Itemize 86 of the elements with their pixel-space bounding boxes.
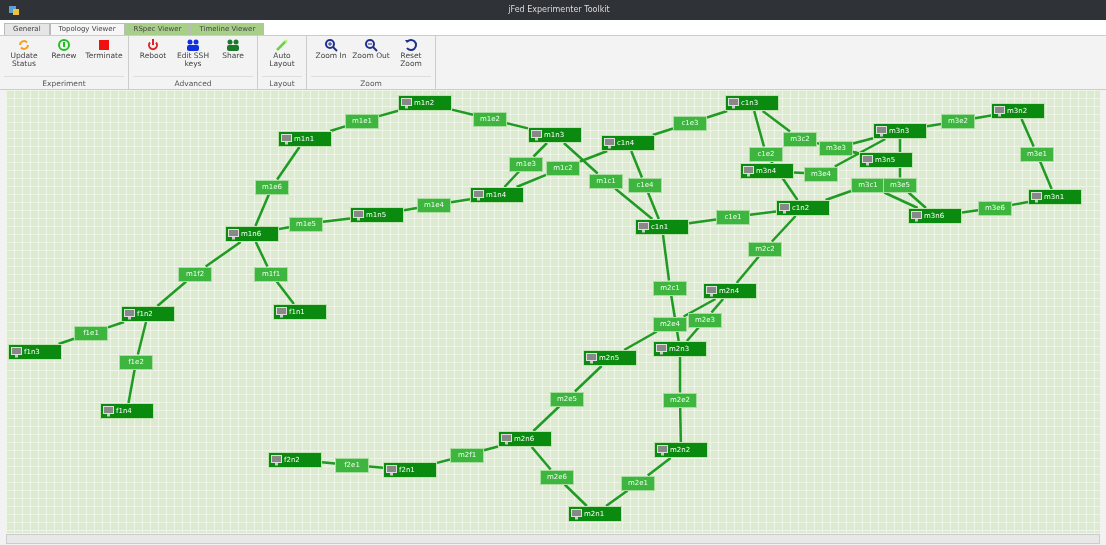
- computer-icon: [1031, 191, 1042, 203]
- link-line: [368, 465, 384, 469]
- link-line: [825, 189, 852, 202]
- computer-icon: [386, 464, 397, 476]
- reset-icon: [404, 38, 418, 52]
- computer-icon: [501, 433, 512, 445]
- users-icon: [186, 38, 200, 52]
- link-line: [378, 109, 399, 118]
- link-line: [974, 114, 992, 120]
- link-line: [1020, 118, 1035, 147]
- computer-icon: [779, 202, 790, 214]
- link-line: [735, 255, 760, 284]
- computer-icon: [271, 454, 282, 466]
- link-line: [403, 206, 418, 212]
- link-line: [532, 142, 548, 158]
- computer-icon: [911, 210, 922, 222]
- link-line: [961, 209, 979, 214]
- computer-icon: [876, 125, 887, 137]
- link-line: [688, 218, 717, 225]
- computer-icon: [743, 165, 754, 177]
- link-line: [706, 109, 728, 119]
- stop-icon: [97, 38, 111, 52]
- computer-icon: [586, 352, 597, 364]
- link-line: [254, 241, 269, 268]
- computer-icon: [862, 154, 873, 166]
- link-line: [605, 489, 629, 507]
- computer-icon: [994, 105, 1005, 117]
- link-line: [204, 240, 242, 268]
- link-line: [156, 280, 187, 307]
- link-line: [1039, 161, 1053, 190]
- link-line: [926, 122, 942, 128]
- link-line: [630, 150, 644, 178]
- link-line: [623, 330, 658, 352]
- computer-icon: [531, 129, 542, 141]
- computer-icon: [638, 221, 649, 233]
- link-line: [450, 198, 471, 204]
- computer-icon: [728, 97, 739, 109]
- link-line: [685, 326, 700, 342]
- refresh-icon: [17, 38, 31, 52]
- computer-icon: [401, 97, 412, 109]
- link-line: [661, 234, 671, 281]
- computer-icon: [228, 228, 239, 240]
- link-line: [329, 125, 346, 133]
- link-line: [127, 369, 136, 404]
- link-line: [678, 407, 683, 443]
- link-line: [58, 337, 75, 346]
- computer-icon: [276, 306, 287, 318]
- computer-icon: [281, 133, 292, 145]
- computer-icon: [604, 137, 615, 149]
- link-line: [678, 357, 682, 393]
- power-circle-icon: [57, 38, 71, 52]
- zoom-out-icon: [364, 38, 378, 52]
- computer-icon: [473, 189, 484, 201]
- link-line: [1011, 200, 1029, 207]
- link-line: [254, 194, 270, 227]
- zoom-in-icon: [324, 38, 338, 52]
- computer-icon: [657, 444, 668, 456]
- computer-icon: [353, 209, 364, 221]
- link-line: [530, 446, 552, 471]
- link-line: [652, 127, 674, 137]
- link-line: [436, 458, 451, 465]
- computer-icon: [571, 508, 582, 520]
- computer-icon: [656, 343, 667, 355]
- link-line: [275, 280, 295, 305]
- users-icon: [226, 38, 240, 52]
- link-line: [321, 461, 336, 465]
- link-line: [506, 121, 529, 130]
- computer-icon: [706, 285, 717, 297]
- horizontal-scrollbar[interactable]: [6, 534, 1100, 544]
- computer-icon: [11, 346, 22, 358]
- computer-icon: [124, 308, 135, 320]
- link-line: [278, 225, 290, 231]
- power-icon: [146, 38, 160, 52]
- link-line: [532, 405, 560, 432]
- wand-icon: [275, 38, 289, 52]
- app-logo-icon: [8, 4, 20, 16]
- link-line: [451, 108, 474, 117]
- link-line: [563, 483, 588, 507]
- link-line: [322, 217, 351, 224]
- link-line: [574, 365, 603, 393]
- link-line: [136, 321, 148, 355]
- window-title: jFed Experimenter Toolkit: [508, 5, 610, 14]
- link-line: [483, 445, 499, 452]
- link-line: [276, 146, 301, 181]
- computer-icon: [103, 405, 114, 417]
- link-line: [647, 457, 672, 477]
